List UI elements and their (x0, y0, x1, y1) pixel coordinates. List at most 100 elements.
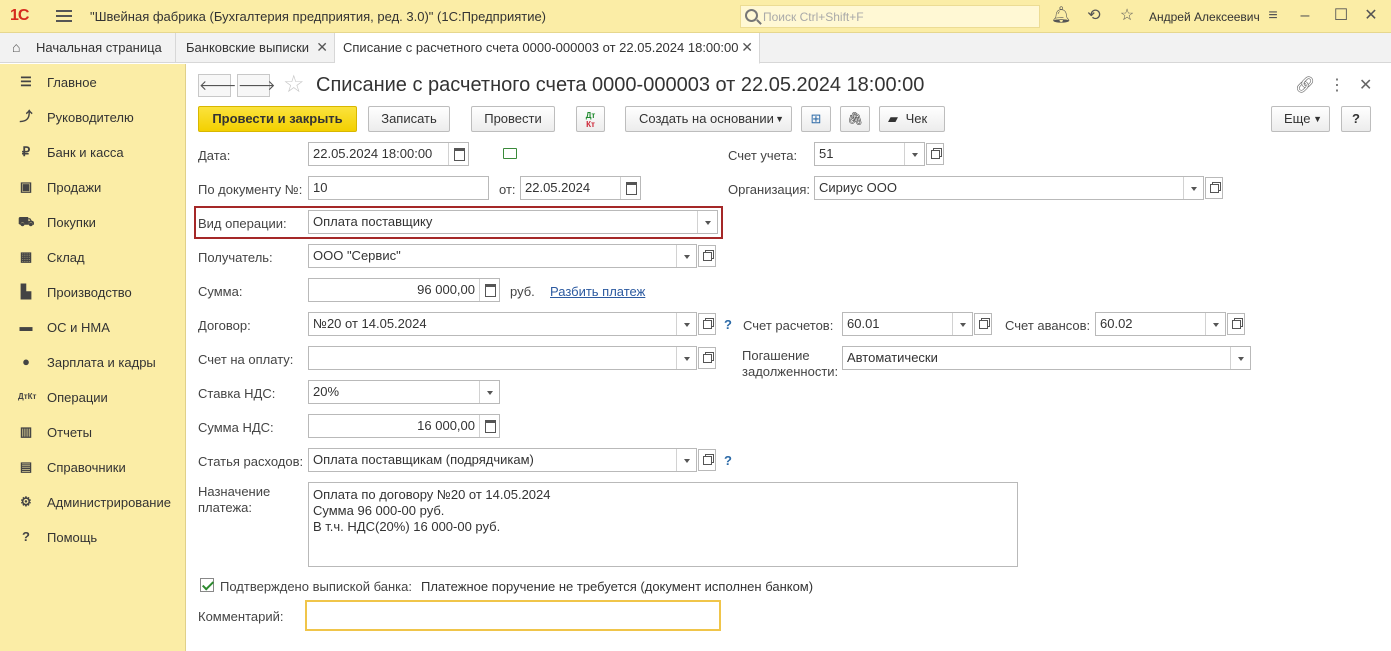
check-button[interactable]: ▰ Чек (879, 106, 945, 132)
favorite-star-icon[interactable]: ☆ (283, 70, 305, 99)
sidebar-item-reports[interactable]: ▥ Отчеты (0, 415, 186, 450)
advance-account-select[interactable]: 60.02 (1095, 312, 1226, 336)
post-button[interactable]: Провести (471, 106, 555, 132)
tab-label: Списание с расчетного счета 0000-000003 … (343, 40, 739, 55)
vat-rate-select[interactable]: 20% (308, 380, 500, 404)
sidebar-item-warehouse[interactable]: ▦ Склад (0, 240, 186, 275)
calendar-icon[interactable] (620, 177, 640, 199)
open-settlement-icon[interactable] (974, 313, 992, 335)
bell-icon[interactable]: 🔔︎ (1051, 7, 1071, 25)
dropdown-arrow-icon[interactable] (1230, 347, 1250, 369)
more-vertical-icon[interactable]: ⋮ (1329, 75, 1345, 95)
tab-home[interactable]: ⌂ Начальная страница (0, 33, 176, 63)
attach-button[interactable]: 🖇︎ (840, 106, 870, 132)
sidebar-item-bank[interactable]: ₽ Банк и касса (0, 135, 186, 170)
close-window-icon[interactable]: ✕ (1362, 7, 1380, 25)
close-tab-icon[interactable]: ✕ (316, 39, 328, 56)
open-account-icon[interactable] (926, 143, 944, 165)
from-date-field[interactable]: 22.05.2024 (520, 176, 641, 200)
dropdown-arrow-icon[interactable] (952, 313, 972, 335)
invoice-field[interactable] (308, 346, 697, 370)
doc-number-field[interactable]: 10 (308, 176, 489, 200)
sidebar-item-salary[interactable]: ● Зарплата и кадры (0, 345, 186, 380)
help-button[interactable]: ? (1341, 106, 1371, 132)
link-icon[interactable]: 🔗︎ (1295, 75, 1315, 95)
sidebar-item-admin[interactable]: ⚙ Администрирование (0, 485, 186, 520)
sidebar-item-operations[interactable]: ДтКт Операции (0, 380, 186, 415)
open-expense-icon[interactable] (698, 449, 716, 471)
chevron-down-icon: ▼ (1313, 114, 1322, 124)
calculator-icon[interactable] (479, 415, 499, 437)
dropdown-arrow-icon[interactable] (479, 381, 499, 403)
contract-field[interactable]: №20 от 14.05.2024 (308, 312, 697, 336)
back-button[interactable]: 🡐 (198, 74, 237, 97)
dt-kt-button[interactable]: Дт Кт (576, 106, 605, 132)
expense-help-icon[interactable]: ? (724, 453, 732, 468)
dropdown-arrow-icon[interactable] (676, 245, 696, 267)
settlement-account-select[interactable]: 60.01 (842, 312, 973, 336)
history-icon[interactable]: ⟲ (1085, 7, 1103, 25)
operation-type-select[interactable]: Оплата поставщику (308, 210, 718, 234)
structure-button[interactable]: ⊞ (801, 106, 831, 132)
dropdown-arrow-icon[interactable] (1183, 177, 1203, 199)
repayment-select[interactable]: Автоматически (842, 346, 1251, 370)
sidebar-item-main[interactable]: ☰ Главное (0, 65, 186, 100)
calculator-icon[interactable] (479, 279, 499, 301)
open-organization-icon[interactable] (1205, 177, 1223, 199)
account-select[interactable]: 51 (814, 142, 925, 166)
tab-document[interactable]: Списание с расчетного счета 0000-000003 … (335, 33, 760, 64)
close-form-icon[interactable]: ✕ (1359, 75, 1372, 95)
save-button[interactable]: Записать (368, 106, 450, 132)
sidebar-item-purchases[interactable]: ⛟ Покупки (0, 205, 186, 240)
purpose-textarea[interactable]: Оплата по договору №20 от 14.05.2024 Сум… (308, 482, 1018, 567)
field-value: ООО "Сервис" (313, 248, 401, 263)
comment-note-icon[interactable] (503, 148, 517, 159)
dropdown-arrow-icon[interactable] (904, 143, 924, 165)
sum-field[interactable]: 96 000,00 (308, 278, 500, 302)
more-button[interactable]: Еще ▼ (1271, 106, 1330, 132)
dropdown-arrow-icon[interactable] (676, 449, 696, 471)
forward-button[interactable]: 🡒 (237, 74, 276, 97)
calendar-icon[interactable] (448, 143, 468, 165)
sidebar-item-manager[interactable]: ⤴ Руководителю (0, 100, 186, 135)
create-based-on-button[interactable]: Создать на основании ▼ (625, 106, 792, 132)
open-recipient-icon[interactable] (698, 245, 716, 267)
maximize-icon[interactable]: ☐ (1332, 7, 1350, 25)
sidebar-item-help[interactable]: ? Помощь (0, 520, 186, 555)
open-invoice-icon[interactable] (698, 347, 716, 369)
settings-lines-icon[interactable]: ≡ (1264, 7, 1282, 25)
recipient-field[interactable]: ООО "Сервис" (308, 244, 697, 268)
dropdown-arrow-icon[interactable] (676, 347, 696, 369)
sidebar-item-assets[interactable]: ▬ ОС и НМА (0, 310, 186, 345)
sidebar-item-label: Банк и касса (47, 145, 124, 160)
repayment-label-line: задолженности: (742, 364, 839, 379)
sidebar-item-production[interactable]: ▙ Производство (0, 275, 186, 310)
post-and-close-button[interactable]: Провести и закрыть (198, 106, 357, 132)
split-payment-link[interactable]: Разбить платеж (550, 284, 645, 299)
title-bar: 1С "Швейная фабрика (Бухгалтерия предпри… (0, 0, 1391, 33)
sum-label: Сумма: (198, 284, 243, 299)
tab-bank-statements[interactable]: Банковские выписки ✕ (176, 33, 335, 63)
person-icon: ● (22, 354, 30, 369)
open-contract-icon[interactable] (698, 313, 716, 335)
contract-help-icon[interactable]: ? (724, 317, 732, 332)
dropdown-arrow-icon[interactable] (676, 313, 696, 335)
sidebar-item-sales[interactable]: ▣ Продажи (0, 170, 186, 205)
bank-confirmed-checkbox[interactable] (200, 578, 214, 592)
open-advance-icon[interactable] (1227, 313, 1245, 335)
organization-select[interactable]: Сириус ООО (814, 176, 1204, 200)
close-tab-icon[interactable]: ✕ (741, 39, 753, 56)
date-field[interactable]: 22.05.2024 18:00:00 (308, 142, 469, 166)
dropdown-arrow-icon[interactable] (697, 211, 717, 233)
search-input[interactable]: Поиск Ctrl+Shift+F (740, 5, 1040, 28)
dropdown-arrow-icon[interactable] (1205, 313, 1225, 335)
comment-input[interactable] (305, 600, 721, 631)
vat-sum-field[interactable]: 16 000,00 (308, 414, 500, 438)
minimize-icon[interactable]: – (1296, 7, 1314, 25)
expense-item-field[interactable]: Оплата поставщикам (подрядчикам) (308, 448, 697, 472)
favorites-star-icon[interactable]: ☆ (1118, 7, 1136, 25)
from-label: от: (499, 182, 516, 197)
user-name[interactable]: Андрей Алексеевич (1149, 10, 1260, 24)
main-menu-icon[interactable] (56, 10, 72, 22)
sidebar-item-catalogs[interactable]: ▤ Справочники (0, 450, 186, 485)
